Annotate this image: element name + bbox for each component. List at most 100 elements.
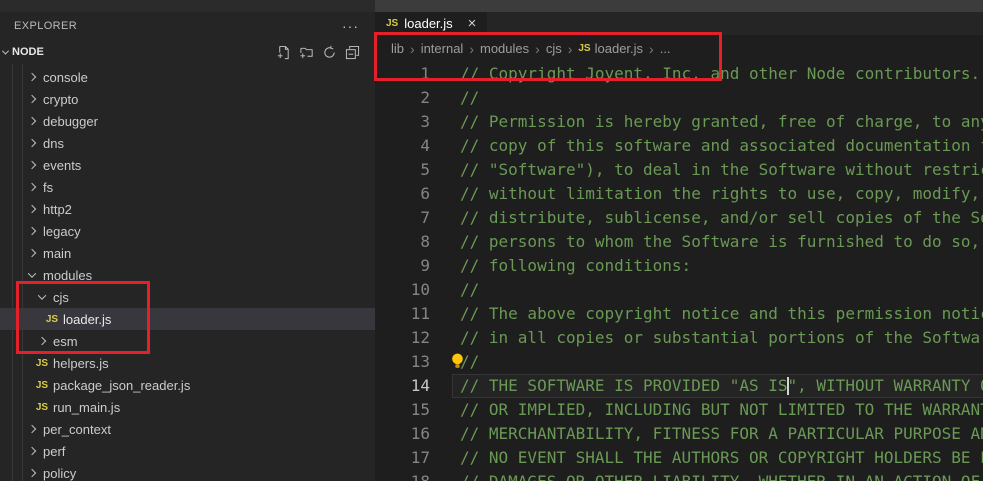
code-line-14[interactable]: 14// THE SOFTWARE IS PROVIDED "AS IS", W… bbox=[375, 374, 983, 398]
tree-item-package-json-reader-js[interactable]: JSpackage_json_reader.js bbox=[0, 374, 375, 396]
refresh-icon[interactable] bbox=[321, 44, 338, 61]
tree-item-perf[interactable]: perf bbox=[0, 440, 375, 462]
tree-item-label: debugger bbox=[43, 114, 98, 129]
new-file-icon[interactable] bbox=[275, 44, 292, 61]
close-icon[interactable]: × bbox=[468, 16, 477, 31]
tree-item-label: cjs bbox=[53, 290, 69, 305]
js-file-icon: JS bbox=[386, 18, 398, 29]
explorer-sidebar: EXPLORER ··· NODE console crypto debugger d… bbox=[0, 12, 375, 481]
js-file-icon: JS bbox=[46, 314, 58, 325]
code-line-9[interactable]: 9// following conditions: bbox=[375, 254, 983, 278]
tree-item-label: legacy bbox=[43, 224, 81, 239]
explorer-title: EXPLORER bbox=[14, 20, 77, 32]
code-line-6[interactable]: 6// without limitation the rights to use… bbox=[375, 182, 983, 206]
line-number: 8 bbox=[375, 230, 430, 254]
code-line-4[interactable]: 4// copy of this software and associated… bbox=[375, 134, 983, 158]
line-text: // bbox=[452, 86, 983, 110]
breadcrumb-label: modules bbox=[480, 41, 529, 56]
tree-item-label: per_context bbox=[43, 422, 111, 437]
tree-item-dns[interactable]: dns bbox=[0, 132, 375, 154]
code-line-15[interactable]: 15// OR IMPLIED, INCLUDING BUT NOT LIMIT… bbox=[375, 398, 983, 422]
code-line-1[interactable]: 1 // Copyright Joyent, Inc. and other Nod… bbox=[375, 62, 983, 86]
breadcrumb-item-internal[interactable]: internal bbox=[421, 41, 464, 56]
line-text: // DAMAGES OR OTHER LIABILITY, WHETHER I… bbox=[452, 470, 983, 481]
more-actions-icon[interactable]: ··· bbox=[342, 21, 359, 31]
indent-guide bbox=[12, 64, 13, 481]
tab-loader-js[interactable]: JS loader.js × bbox=[375, 12, 487, 35]
chevron-right-icon bbox=[28, 249, 36, 257]
tree-item-console[interactable]: console bbox=[0, 66, 375, 88]
tree-item-helpers-js[interactable]: JShelpers.js bbox=[0, 352, 375, 374]
js-file-icon: JS bbox=[36, 402, 48, 413]
code-line-7[interactable]: 7// distribute, sublicense, and/or sell … bbox=[375, 206, 983, 230]
breadcrumb-label: loader.js bbox=[595, 41, 643, 56]
breadcrumb-separator-icon: › bbox=[535, 41, 540, 57]
tree-item-label: modules bbox=[43, 268, 92, 283]
code-line-10[interactable]: 10// bbox=[375, 278, 983, 302]
chevron-right-icon bbox=[28, 447, 36, 455]
tree-item-esm[interactable]: esm bbox=[0, 330, 375, 352]
breadcrumb-item-loader-js[interactable]: JSloader.js bbox=[578, 41, 643, 56]
tree-item-modules[interactable]: modules bbox=[0, 264, 375, 286]
tree-item-run-main-js[interactable]: JSrun_main.js bbox=[0, 396, 375, 418]
breadcrumb-item-lib[interactable]: lib bbox=[391, 41, 404, 56]
chevron-right-icon bbox=[28, 73, 36, 81]
code-line-5[interactable]: 5// "Software"), to deal in the Software… bbox=[375, 158, 983, 182]
tree-item-http2[interactable]: http2 bbox=[0, 198, 375, 220]
line-number: 1 bbox=[375, 62, 430, 86]
code-line-3[interactable]: 3// Permission is hereby granted, free o… bbox=[375, 110, 983, 134]
code-line-17[interactable]: 17 // NO EVENT SHALL THE AUTHORS OR COPYR… bbox=[375, 446, 983, 470]
breadcrumb-item-cjs[interactable]: cjs bbox=[546, 41, 562, 56]
line-text: // Copyright Joyent, Inc. and other Node… bbox=[452, 62, 983, 86]
line-text: // following conditions: bbox=[452, 254, 983, 278]
chevron-down-icon bbox=[38, 291, 46, 299]
line-number: 10 bbox=[375, 278, 430, 302]
new-folder-icon[interactable] bbox=[298, 44, 315, 61]
chevron-right-icon bbox=[28, 227, 36, 235]
tree-item-policy[interactable]: policy bbox=[0, 462, 375, 481]
line-text: // "Software"), to deal in the Software … bbox=[452, 158, 983, 182]
line-number: 14 bbox=[375, 374, 430, 398]
line-number: 16 bbox=[375, 422, 430, 446]
code-line-8[interactable]: 8 // persons to whom the Software is furn… bbox=[375, 230, 983, 254]
node-section-header[interactable]: NODE bbox=[0, 40, 375, 64]
tree-item-events[interactable]: events bbox=[0, 154, 375, 176]
chevron-right-icon bbox=[28, 95, 36, 103]
tree-item-label: policy bbox=[43, 466, 76, 481]
lightbulb-icon[interactable] bbox=[449, 352, 466, 370]
breadcrumb-label: internal bbox=[421, 41, 464, 56]
line-text: // in all copies or substantial portions… bbox=[452, 326, 983, 350]
line-text: // copy of this software and associated … bbox=[452, 134, 983, 158]
code-line-16[interactable]: 16 // MERCHANTABILITY, FITNESS FOR A PART… bbox=[375, 422, 983, 446]
tree-item-loader-js[interactable]: JS loader.js bbox=[0, 308, 375, 330]
tree-item-cjs[interactable]: cjs bbox=[0, 286, 375, 308]
breadcrumb-item-modules[interactable]: modules bbox=[480, 41, 529, 56]
tree-item-main[interactable]: main bbox=[0, 242, 375, 264]
tree-item-fs[interactable]: fs bbox=[0, 176, 375, 198]
line-text: // MERCHANTABILITY, FITNESS FOR A PARTIC… bbox=[452, 422, 983, 446]
tree-item-per-context[interactable]: per_context bbox=[0, 418, 375, 440]
window-top-strip bbox=[0, 0, 983, 12]
tree-item-label: loader.js bbox=[63, 312, 111, 327]
chevron-down-icon bbox=[2, 47, 9, 54]
breadcrumb-label: ... bbox=[660, 41, 671, 56]
line-text: // OR IMPLIED, INCLUDING BUT NOT LIMITED… bbox=[452, 398, 983, 422]
code-editor[interactable]: 1 // Copyright Joyent, Inc. and other Nod… bbox=[375, 62, 983, 481]
code-line-18[interactable]: 18// DAMAGES OR OTHER LIABILITY, WHETHER… bbox=[375, 470, 983, 481]
code-line-12[interactable]: 12 // in all copies or substantial portio… bbox=[375, 326, 983, 350]
tree-item-legacy[interactable]: legacy bbox=[0, 220, 375, 242]
collapse-all-icon[interactable] bbox=[344, 44, 361, 61]
line-text: // persons to whom the Software is furni… bbox=[452, 230, 983, 254]
line-text: // NO EVENT SHALL THE AUTHORS OR COPYRIG… bbox=[452, 446, 983, 470]
code-line-2[interactable]: 2// bbox=[375, 86, 983, 110]
line-number: 17 bbox=[375, 446, 430, 470]
tree-item-debugger[interactable]: debugger bbox=[0, 110, 375, 132]
code-line-13[interactable]: 13// bbox=[375, 350, 983, 374]
line-number: 7 bbox=[375, 206, 430, 230]
line-number: 12 bbox=[375, 326, 430, 350]
line-number: 6 bbox=[375, 182, 430, 206]
tree-item-crypto[interactable]: crypto bbox=[0, 88, 375, 110]
breadcrumb-item--[interactable]: ... bbox=[660, 41, 671, 56]
code-line-11[interactable]: 11// The above copyright notice and this… bbox=[375, 302, 983, 326]
tree-item-label: console bbox=[43, 70, 88, 85]
